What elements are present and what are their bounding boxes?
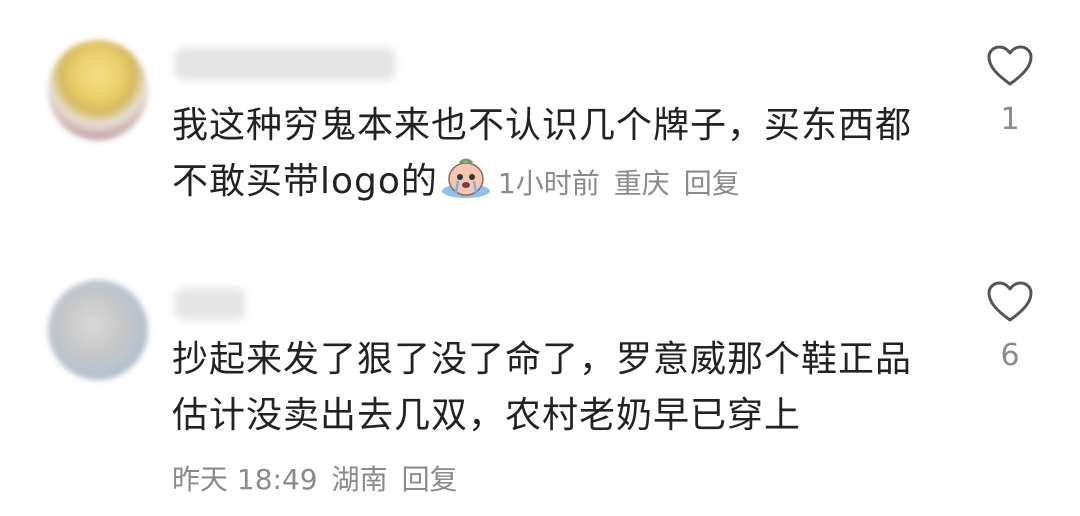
comment-text-line: 抄起来发了狠了没了命了，罗意威那个鞋正品 [172, 339, 913, 380]
comment-location: 湖南 [331, 463, 388, 496]
comment-meta: 1小时前 重庆 回复 [498, 167, 754, 200]
crying-face-emoji-icon [441, 158, 490, 198]
comment-text: 抄起来发了狠了没了命了，罗意威那个鞋正品 估计没卖出去几双，农村老奶早已穿上 [172, 332, 912, 444]
comment-location: 重庆 [613, 167, 670, 200]
comment-time: 1小时前 [497, 167, 600, 200]
like-count: 1 [1000, 102, 1020, 137]
comment-text-line: 估计没卖出去几双，农村老奶早已穿上 [172, 395, 802, 436]
like-control[interactable]: 6 [982, 280, 1038, 373]
username-blurred[interactable] [175, 288, 245, 320]
comment-text: 我这种穷鬼本来也不认识几个牌子，买东西都 不敢买带logo的 1小时前 重庆 回复 [172, 98, 912, 212]
reply-button[interactable]: 回复 [684, 167, 740, 200]
avatar[interactable] [48, 40, 148, 140]
reply-button[interactable]: 回复 [402, 463, 458, 496]
heart-icon[interactable] [986, 44, 1034, 88]
comment-text-line: 不敢买带logo的 [172, 161, 438, 202]
like-control[interactable]: 1 [982, 44, 1038, 137]
comment-item: 我这种穷鬼本来也不认识几个牌子，买东西都 不敢买带logo的 1小时前 重庆 回复 … [0, 0, 1080, 240]
comment-time: 昨天 18:49 [172, 463, 318, 496]
heart-icon[interactable] [986, 280, 1034, 324]
username-blurred[interactable] [175, 48, 395, 80]
avatar[interactable] [48, 280, 148, 380]
comment-meta: 昨天 18:49 湖南 回复 [172, 458, 472, 498]
comment-item: 抄起来发了狠了没了命了，罗意威那个鞋正品 估计没卖出去几双，农村老奶早已穿上 昨… [0, 240, 1080, 516]
comment-text-line: 我这种穷鬼本来也不认识几个牌子，买东西都 [172, 105, 913, 146]
like-count: 6 [1000, 338, 1020, 373]
